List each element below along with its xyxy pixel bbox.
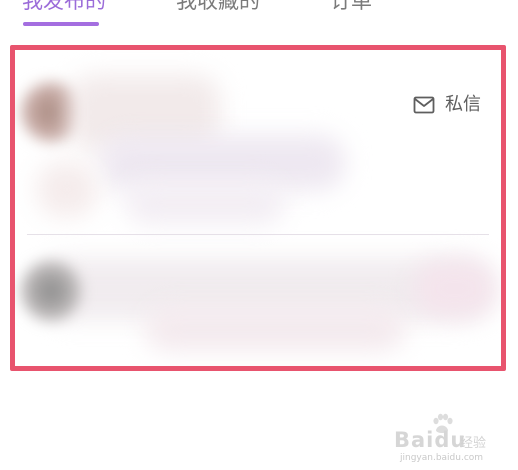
private-message-label: 私信: [445, 94, 481, 115]
blurred-content: [415, 261, 495, 316]
blurred-content: [145, 306, 405, 351]
divider: [27, 234, 489, 235]
blurred-content: [125, 180, 285, 225]
avatar[interactable]: [21, 261, 81, 321]
baidu-watermark: Baidu 经验 jingyan.baidu.com: [394, 410, 504, 463]
watermark-subtitle: 经验: [460, 436, 487, 451]
active-tab-indicator: [23, 22, 99, 26]
list-item[interactable]: [15, 236, 501, 366]
tab-orders[interactable]: 订单: [330, 0, 372, 14]
watermark-url: jingyan.baidu.com: [400, 453, 484, 463]
blurred-content: [37, 162, 97, 217]
private-message-button[interactable]: 私信: [413, 90, 481, 120]
watermark-brand: Baidu: [394, 428, 467, 452]
tab-my-favorites[interactable]: 我收藏的: [176, 0, 260, 14]
list-item[interactable]: 私信: [15, 50, 501, 232]
tab-bar: 我发布的 我收藏的 订单: [0, 0, 518, 28]
page: 我发布的 我收藏的 订单 私信 Baidu 经验 jingyan.baidu.c…: [0, 0, 518, 470]
tab-my-posts[interactable]: 我发布的: [22, 0, 106, 14]
highlight-frame: 私信: [10, 45, 506, 371]
mail-icon: [413, 96, 435, 114]
